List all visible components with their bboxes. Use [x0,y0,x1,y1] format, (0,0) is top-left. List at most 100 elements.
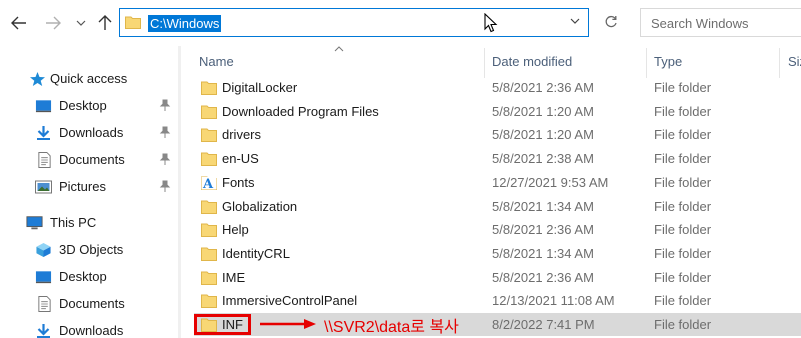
folder-icon [201,294,217,309]
file-row[interactable]: A Fonts 12/27/2021 9:53 AM File folder [194,171,801,194]
pin-icon[interactable] [159,126,171,139]
chevron-down-icon[interactable] [570,18,580,24]
sidebar-item-label: Pictures [59,179,106,194]
forward-button[interactable] [42,12,64,34]
file-row[interactable]: IME 5/8/2021 2:36 AM File folder [194,266,801,289]
sidebar-item-desktop[interactable]: Desktop [0,94,181,118]
address-bar[interactable]: C:\Windows [119,8,589,37]
file-row[interactable]: en-US 5/8/2021 2:38 AM File folder [194,147,801,170]
sidebar-item-label: Desktop [59,269,107,284]
svg-text:A: A [202,177,214,190]
computer-icon [26,216,43,230]
document-icon [38,152,51,168]
sidebar-item-desktop-pc[interactable]: Desktop [0,265,181,289]
sidebar-item-downloads-pc[interactable]: Downloads [0,319,181,338]
address-path[interactable]: C:\Windows [148,15,222,32]
arrow-left-icon [11,16,26,30]
file-name[interactable]: Downloaded Program Files [222,104,379,119]
search-box[interactable]: Search Windows [640,8,801,37]
file-date: 12/27/2021 9:53 AM [492,174,609,190]
file-name[interactable]: en-US [222,151,259,166]
file-name[interactable]: DigitalLocker [222,80,297,95]
folder-icon [201,271,217,285]
sidebar-item-label: Downloads [59,125,124,140]
column-header-date[interactable]: Date modified [492,52,572,76]
file-row[interactable]: Downloaded Program Files 5/8/2021 1:20 AM… [194,100,801,123]
up-button[interactable] [94,12,116,34]
column-divider[interactable] [646,48,647,78]
file-type: File folder [654,317,712,332]
folder-icon [201,200,217,214]
file-row[interactable]: IdentityCRL 5/8/2021 1:34 AM File folder [194,242,801,265]
file-name[interactable]: Help [222,222,249,237]
file-date: 5/8/2021 1:20 AM [492,103,594,119]
download-icon [37,324,50,338]
file-type: File folder [654,103,712,119]
sort-ascending-icon [334,46,344,52]
document-icon [38,296,51,312]
file-type: File folder [654,151,712,167]
sidebar-item-documents[interactable]: Documents [0,148,181,172]
file-row[interactable]: DigitalLocker 5/8/2021 2:36 AM File folder [194,76,801,99]
sidebar-item-label: Documents [59,296,125,311]
quick-access-label: Quick access [50,71,128,86]
cube-icon [36,242,51,258]
refresh-icon [605,15,617,28]
file-date: 5/8/2021 2:36 AM [492,222,594,238]
sidebar-item-pictures[interactable]: Pictures [0,175,181,199]
sidebar-item-downloads[interactable]: Downloads [0,121,181,145]
file-name[interactable]: IME [222,270,245,285]
column-divider[interactable] [484,48,485,78]
arrow-right-icon [46,16,61,30]
file-name[interactable]: ImmersiveControlPanel [222,293,357,308]
this-pc-label: This PC [50,215,97,230]
file-row[interactable]: ImmersiveControlPanel 12/13/2021 11:08 AM… [194,289,801,312]
folder-icon [201,223,217,238]
column-header-name[interactable]: Name [199,52,234,76]
folder-icon [125,16,141,29]
file-date: 5/8/2021 2:36 AM [492,269,594,285]
column-divider[interactable] [779,48,780,78]
file-type: File folder [654,269,712,285]
file-date: 5/8/2021 2:36 AM [492,80,594,95]
quick-access-item[interactable]: Quick access [0,67,181,91]
refresh-button[interactable] [599,10,623,34]
this-pc-item[interactable]: This PC [0,211,181,235]
file-type: File folder [654,245,712,261]
search-placeholder: Search Windows [651,16,749,31]
file-list: Name Date modified Type Siz DigitalLocke… [190,46,801,338]
pin-icon[interactable] [159,153,171,166]
desktop-icon [35,271,52,284]
column-header-type[interactable]: Type [654,52,682,76]
arrow-up-icon [98,15,112,30]
sidebar-item-label: Documents [59,152,125,167]
file-date: 5/8/2021 1:20 AM [492,127,594,143]
file-type: File folder [654,80,712,95]
file-name[interactable]: Globalization [222,199,297,214]
file-date: 5/8/2021 2:38 AM [492,151,594,167]
back-button[interactable] [8,12,30,34]
sidebar-item-3d-objects[interactable]: 3D Objects [0,238,181,262]
folder-icon [201,81,217,95]
text-cursor-icon [484,13,498,33]
file-name[interactable]: drivers [222,127,261,142]
folder-icon [201,247,217,261]
fonts-folder-icon: A [201,176,217,190]
navigation-scrollbar[interactable] [178,46,181,338]
file-type: File folder [654,198,712,214]
file-name[interactable]: IdentityCRL [222,246,290,261]
download-icon [37,126,50,140]
sidebar-item-label: Desktop [59,98,107,113]
sidebar-item-documents-pc[interactable]: Documents [0,292,181,316]
file-name[interactable]: Fonts [222,175,255,190]
recent-locations-button[interactable] [70,12,92,34]
pin-icon[interactable] [159,99,171,112]
pin-icon[interactable] [159,180,171,193]
file-row[interactable]: drivers 5/8/2021 1:20 AM File folder [194,123,801,146]
sidebar-item-label: Downloads [59,323,124,338]
column-header-size[interactable]: Siz [788,52,801,76]
file-row[interactable]: Help 5/8/2021 2:36 AM File folder [194,218,801,241]
file-row[interactable]: Globalization 5/8/2021 1:34 AM File folder [194,195,801,218]
desktop-icon [35,100,52,113]
file-date: 5/8/2021 1:34 AM [492,198,594,214]
